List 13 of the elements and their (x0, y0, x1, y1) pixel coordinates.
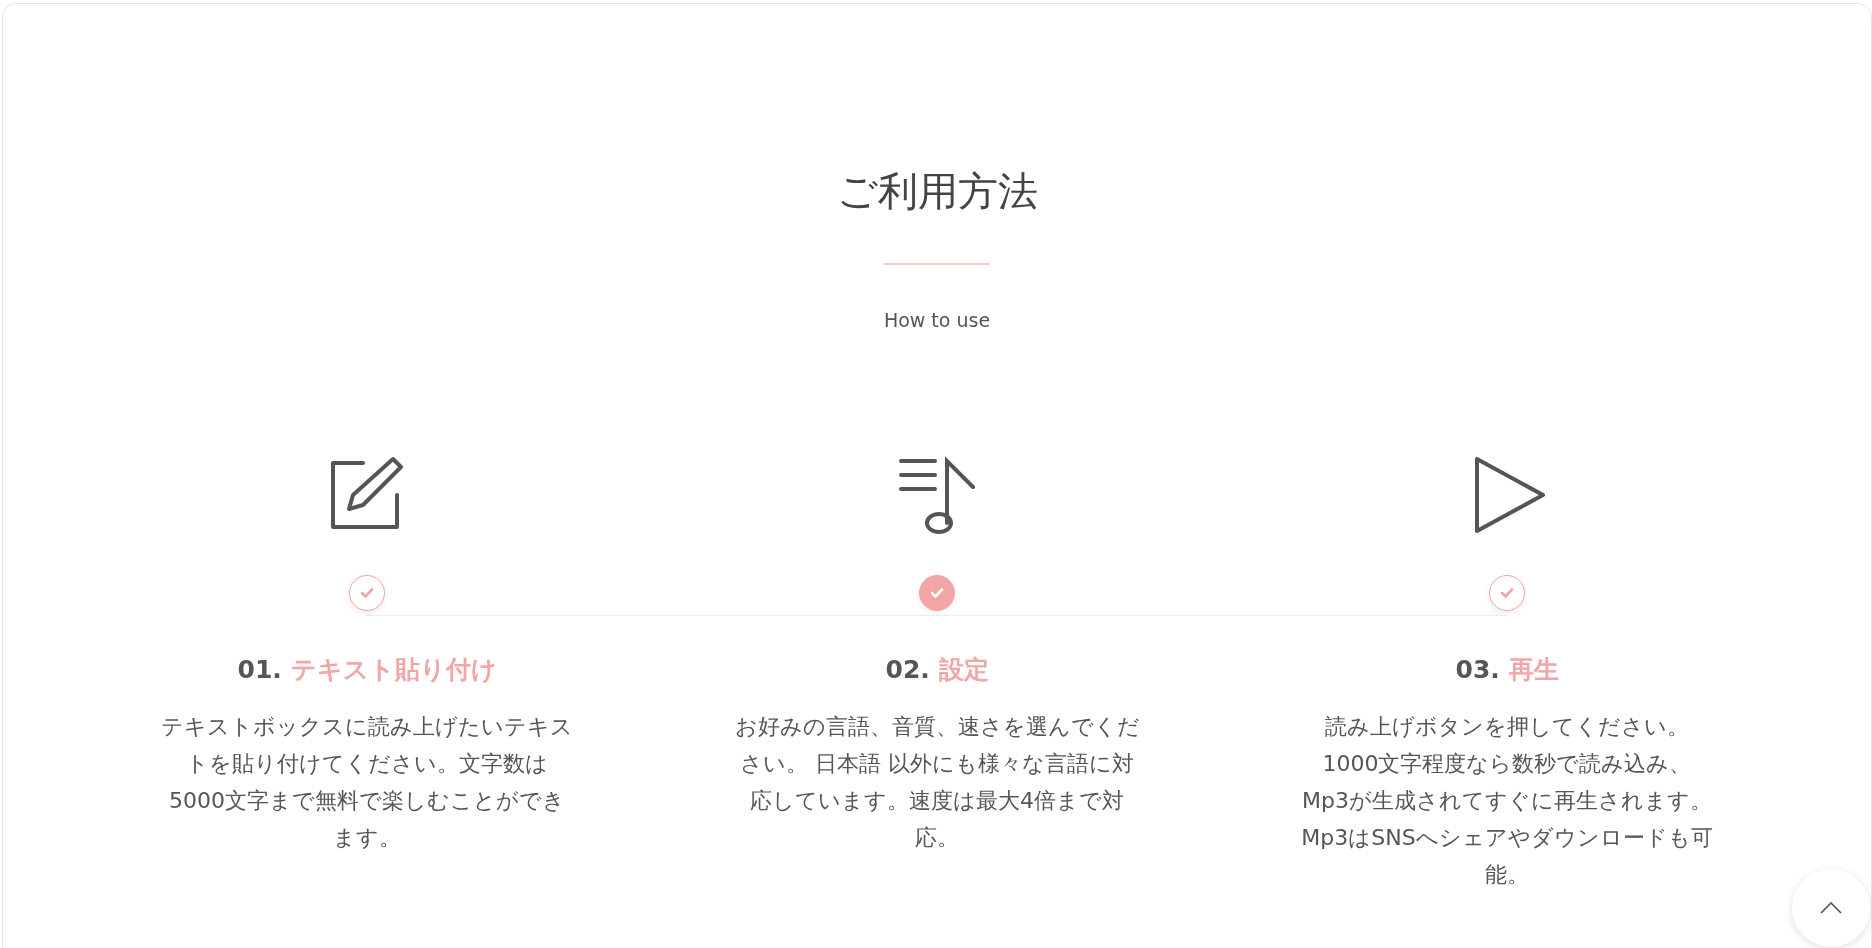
step-heading: 02. 設定 (885, 654, 989, 686)
section-title: ご利用方法 (836, 167, 1038, 216)
step-heading: 03. 再生 (1455, 654, 1559, 686)
check-icon (930, 587, 944, 599)
music-note-list-icon (897, 455, 977, 535)
chevron-up-icon (1820, 902, 1842, 914)
check-icon (1500, 587, 1514, 599)
section-subtitle: How to use (883, 309, 991, 331)
step-description: テキストボックスに読み上げたいテキストを貼り付けてください。文字数は5000文字まで無料で楽しむことができます。 (161, 713, 573, 852)
step-description: お好みの言語、音質、速さを選んでください。 日本語 以外にも様々な言語に対応しています。速度は最大4倍まで対応。 (733, 713, 1141, 852)
check-icon (360, 587, 374, 599)
step-description: 読み上げボタンを押してください。1000文字程度なら数秒で読み込み、Mp3が生成されてすぐに再生されます。Mp3はSNSへシェアやダウンロードも可能。 (1301, 713, 1713, 889)
step-heading: 01. テキスト貼り付け (237, 654, 497, 686)
